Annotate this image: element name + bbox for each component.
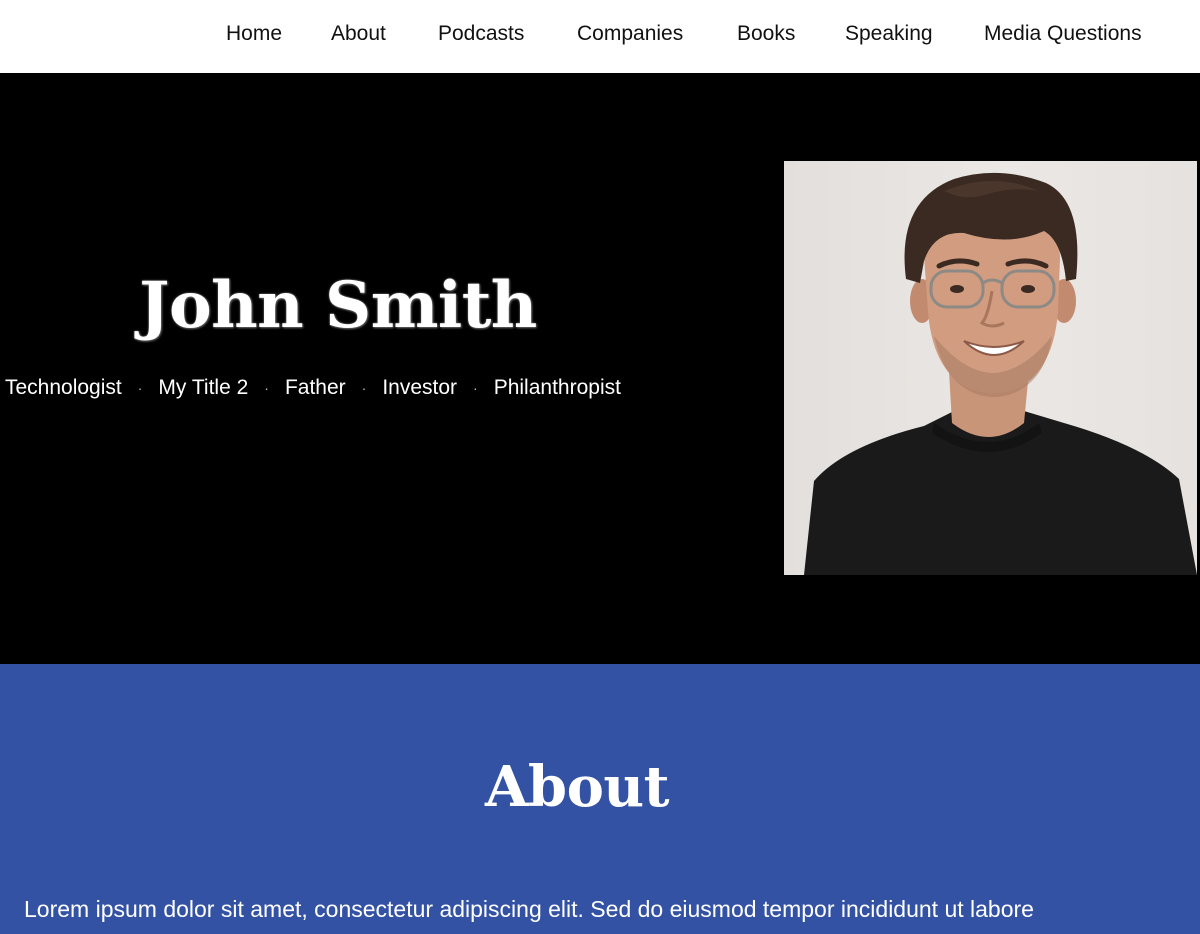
hero-title-item: My Title 2 — [158, 376, 249, 399]
about-heading: About — [484, 754, 670, 820]
hero-title-item: Philanthropist — [493, 376, 621, 399]
nav-link-books[interactable]: Books — [737, 20, 795, 48]
nav-link-companies[interactable]: Companies — [577, 20, 683, 48]
title-separator: · — [473, 380, 478, 396]
nav-link-about[interactable]: About — [331, 20, 386, 48]
title-separator: · — [361, 380, 367, 396]
portrait-photo — [784, 161, 1197, 575]
hero-name: John Smith — [139, 268, 537, 343]
about-body-text: Lorem ipsum dolor sit amet, consectetur … — [24, 896, 1034, 922]
hero-titles: Technologist · My Title 2 · Father · Inv… — [5, 374, 621, 402]
hero-title-item: Investor — [382, 376, 458, 399]
portrait-illustration — [804, 172, 1197, 575]
nav-link-podcasts[interactable]: Podcasts — [438, 20, 524, 48]
hero-title-item: Father — [284, 376, 346, 399]
nav-link-media-questions[interactable]: Media Questions — [984, 20, 1142, 48]
nav-link-speaking[interactable]: Speaking — [845, 20, 933, 48]
title-separator: · — [264, 380, 269, 396]
top-navigation: Home About Podcasts Companies Books Spea… — [0, 0, 1200, 73]
hero-title-item: Technologist — [5, 376, 122, 399]
hero-section: John Smith Technologist · My Title 2 · F… — [0, 73, 1200, 664]
nav-link-home[interactable]: Home — [226, 20, 282, 48]
title-separator: · — [137, 380, 143, 396]
about-section: About Lorem ipsum dolor sit amet, consec… — [0, 664, 1200, 934]
